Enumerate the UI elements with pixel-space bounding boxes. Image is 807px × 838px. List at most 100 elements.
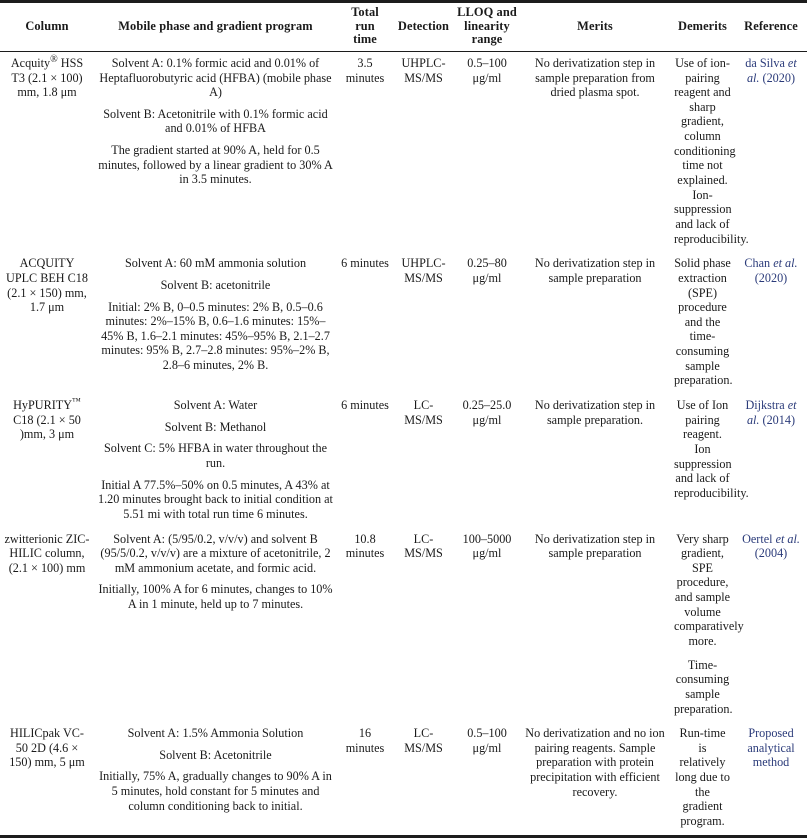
merits-paragraph: No derivatization and no ion pairing rea… bbox=[525, 726, 665, 799]
cell-column-name: HyPURITY™ C18 (2.1 × 50 )mm, 3 μm bbox=[0, 394, 94, 527]
cell-lloq-linearity: 0.25–25.0 μg/ml bbox=[462, 398, 512, 427]
trademark-symbol: ™ bbox=[72, 395, 81, 406]
cell-reference[interactable]: Chan et al. (2020) bbox=[735, 252, 807, 394]
cell-demerits: Use of Ion pairing reagent. Ion suppress… bbox=[670, 394, 749, 527]
cell-detection: LC-MS/MS bbox=[404, 726, 443, 755]
cell-column-name: Acquity® HSS T3 (2.1 × 100) mm, 1.8 μm bbox=[0, 51, 94, 252]
mobile-phase-paragraph: Solvent B: Methanol bbox=[164, 419, 267, 434]
header-lloq-line3: range bbox=[471, 32, 503, 47]
header-lloq-line2: linearity bbox=[464, 18, 510, 33]
cell-total-run-time: 3.5 minutes bbox=[345, 55, 385, 85]
mobile-phase-paragraph: Solvent A: 60 mM ammonia solution bbox=[124, 256, 307, 271]
cell-column-name: HILICpak VC-50 2D (4.6 × 150) mm, 5 μm bbox=[9, 726, 85, 770]
cell-detection: LC-MS/MS bbox=[404, 398, 443, 427]
cell-mobile-phase: Solvent A: (5/95/0.2, v/v/v) and solvent… bbox=[94, 528, 337, 723]
column-name-text: Acquity bbox=[10, 55, 51, 70]
table-row: zwitterionic ZIC-HILIC column, (2.1 × 10… bbox=[0, 528, 807, 723]
header-total-run-time: Total run time bbox=[337, 3, 393, 52]
merits-paragraph: No derivatization step in sample prepara… bbox=[534, 55, 656, 100]
mobile-phase-paragraph: Solvent B: Acetonitrile with 0.1% formic… bbox=[103, 106, 328, 136]
reference-etal: et al. bbox=[773, 256, 798, 271]
header-lloq-linearity: LLOQ and linearity range bbox=[454, 3, 520, 52]
mobile-phase-paragraph: Initial A 77.5%–50% on 0.5 minutes, A 43… bbox=[98, 477, 333, 521]
merits-paragraph: No derivatization step in sample prepara… bbox=[534, 256, 656, 285]
column-name-text-cont: C18 (2.1 × 50 )mm, 3 μm bbox=[13, 412, 81, 442]
cell-column-name: zwitterionic ZIC-HILIC column, (2.1 × 10… bbox=[4, 531, 90, 575]
cell-detection: UHPLC-MS/MS bbox=[401, 55, 446, 85]
cell-lloq-linearity: 0.5–100 μg/ml bbox=[467, 55, 507, 85]
cell-mobile-phase: Solvent A: 60 mM ammonia solution Solvent… bbox=[94, 252, 337, 394]
cell-demerits: Solid phase extraction (SPE) procedure a… bbox=[670, 252, 735, 394]
table-row: HILICpak VC-50 2D (4.6 × 150) mm, 5 μm So… bbox=[0, 722, 807, 834]
reference-author: Dijkstra bbox=[745, 398, 788, 413]
cell-total-run-time: 16 minutes bbox=[345, 726, 385, 755]
cell-merits: No derivatization step in sample prepara… bbox=[520, 51, 670, 252]
reference-year: (2004) bbox=[754, 546, 788, 561]
mobile-phase-paragraph: Solvent B: acetonitrile bbox=[160, 277, 271, 292]
mobile-phase-paragraph: Initial: 2% B, 0–0.5 minutes: 2% B, 0.5–… bbox=[101, 299, 330, 373]
reference-author: Oertel bbox=[742, 531, 776, 546]
cell-merits: No derivatization step in sample prepara… bbox=[520, 252, 670, 394]
demerits-paragraph: Very sharp gradient, SPE procedure, and … bbox=[674, 531, 744, 648]
demerits-paragraph: Run-time is relatively long due to the g… bbox=[675, 726, 730, 829]
cell-detection: LC-MS/MS bbox=[404, 531, 443, 561]
reference-author: Proposed analytical method bbox=[747, 726, 795, 770]
cell-merits: No derivatization step in sample prepara… bbox=[520, 528, 670, 723]
comparison-table-container: Column Mobile phase and gradient program… bbox=[0, 0, 807, 838]
mobile-phase-paragraph: Solvent C: 5% HFBA in water throughout t… bbox=[103, 441, 328, 470]
header-detection: Detection bbox=[393, 3, 454, 52]
header-demerits: Demerits bbox=[670, 3, 735, 52]
reference-etal: et al. bbox=[775, 531, 800, 546]
cell-reference[interactable]: da Silva et al. (2020) bbox=[735, 51, 807, 252]
table-header-row: Column Mobile phase and gradient program… bbox=[0, 3, 807, 52]
reference-year: (2020) bbox=[754, 270, 788, 285]
cell-lloq-linearity: 0.25–80 μg/ml bbox=[467, 256, 507, 285]
merits-paragraph: No derivatization step in sample prepara… bbox=[534, 531, 656, 561]
cell-lloq-linearity: 0.5–100 μg/ml bbox=[467, 726, 507, 755]
registered-symbol: ® bbox=[50, 53, 58, 65]
cell-mobile-phase: Solvent A: 0.1% formic acid and 0.01% of… bbox=[94, 51, 337, 252]
cell-demerits: Run-time is relatively long due to the g… bbox=[670, 722, 735, 834]
method-comparison-table: Column Mobile phase and gradient program… bbox=[0, 3, 807, 835]
cell-demerits: Very sharp gradient, SPE procedure, and … bbox=[670, 528, 744, 723]
table-row: Acquity® HSS T3 (2.1 × 100) mm, 1.8 μm So… bbox=[0, 51, 807, 252]
demerits-paragraph: Time-consuming sample preparation. bbox=[674, 657, 733, 716]
cell-reference[interactable]: Proposed analytical method bbox=[735, 722, 807, 834]
cell-lloq-linearity: 100–5000 μg/ml bbox=[462, 531, 512, 561]
reference-author: da Silva bbox=[745, 55, 788, 70]
reference-author: Chan bbox=[744, 256, 774, 271]
cell-reference[interactable]: Oertel et al. (2004) bbox=[735, 528, 807, 723]
table-row: ACQUITY UPLC BEH C18 (2.1 × 150) mm, 1.7… bbox=[0, 252, 807, 394]
mobile-phase-paragraph: Initially, 75% A, gradually changes to 9… bbox=[99, 769, 332, 813]
cell-total-run-time: 6 minutes bbox=[341, 256, 389, 271]
mobile-phase-paragraph: Initially, 100% A for 6 minutes, changes… bbox=[98, 582, 333, 612]
cell-total-run-time: 6 minutes bbox=[341, 398, 389, 413]
header-lloq-line1: LLOQ and bbox=[457, 5, 517, 19]
header-merits: Merits bbox=[520, 3, 670, 52]
column-name-text: HyPURITY bbox=[13, 398, 73, 413]
demerits-paragraph: Solid phase extraction (SPE) procedure a… bbox=[674, 256, 733, 388]
header-total-run-time-line1: Total bbox=[351, 5, 379, 19]
cell-demerits: Use of ion-pairing reagent and sharp gra… bbox=[670, 51, 749, 252]
table-row: HyPURITY™ C18 (2.1 × 50 )mm, 3 μm Solvent… bbox=[0, 394, 807, 527]
reference-year: (2020) bbox=[759, 70, 796, 85]
table-body: Acquity® HSS T3 (2.1 × 100) mm, 1.8 μm So… bbox=[0, 51, 807, 834]
cell-mobile-phase: Solvent A: 1.5% Ammonia Solution Solvent … bbox=[94, 722, 337, 834]
cell-total-run-time: 10.8 minutes bbox=[345, 531, 385, 561]
mobile-phase-paragraph: Solvent A: Water bbox=[173, 398, 258, 413]
mobile-phase-paragraph: Solvent A: 0.1% formic acid and 0.01% of… bbox=[99, 55, 332, 100]
header-total-run-time-line2: run bbox=[355, 18, 375, 33]
header-reference: Reference bbox=[735, 3, 807, 52]
cell-mobile-phase: Solvent A: Water Solvent B: Methanol Solve… bbox=[94, 394, 337, 527]
cell-detection: UHPLC-MS/MS bbox=[401, 256, 446, 285]
demerits-paragraph: Use of ion-pairing reagent and sharp gra… bbox=[674, 55, 749, 246]
cell-merits: No derivatization step in sample prepara… bbox=[520, 394, 670, 527]
mobile-phase-paragraph: Solvent A: 1.5% Ammonia Solution bbox=[127, 726, 304, 741]
cell-reference[interactable]: Dijkstra et al. (2014) bbox=[735, 394, 807, 527]
mobile-phase-paragraph: Solvent A: (5/95/0.2, v/v/v) and solvent… bbox=[100, 531, 331, 575]
header-mobile-phase: Mobile phase and gradient program bbox=[94, 3, 337, 52]
mobile-phase-paragraph: Solvent B: Acetonitrile bbox=[159, 747, 272, 762]
header-column: Column bbox=[0, 3, 94, 52]
table-header: Column Mobile phase and gradient program… bbox=[0, 3, 807, 52]
cell-merits: No derivatization and no ion pairing rea… bbox=[520, 722, 670, 834]
